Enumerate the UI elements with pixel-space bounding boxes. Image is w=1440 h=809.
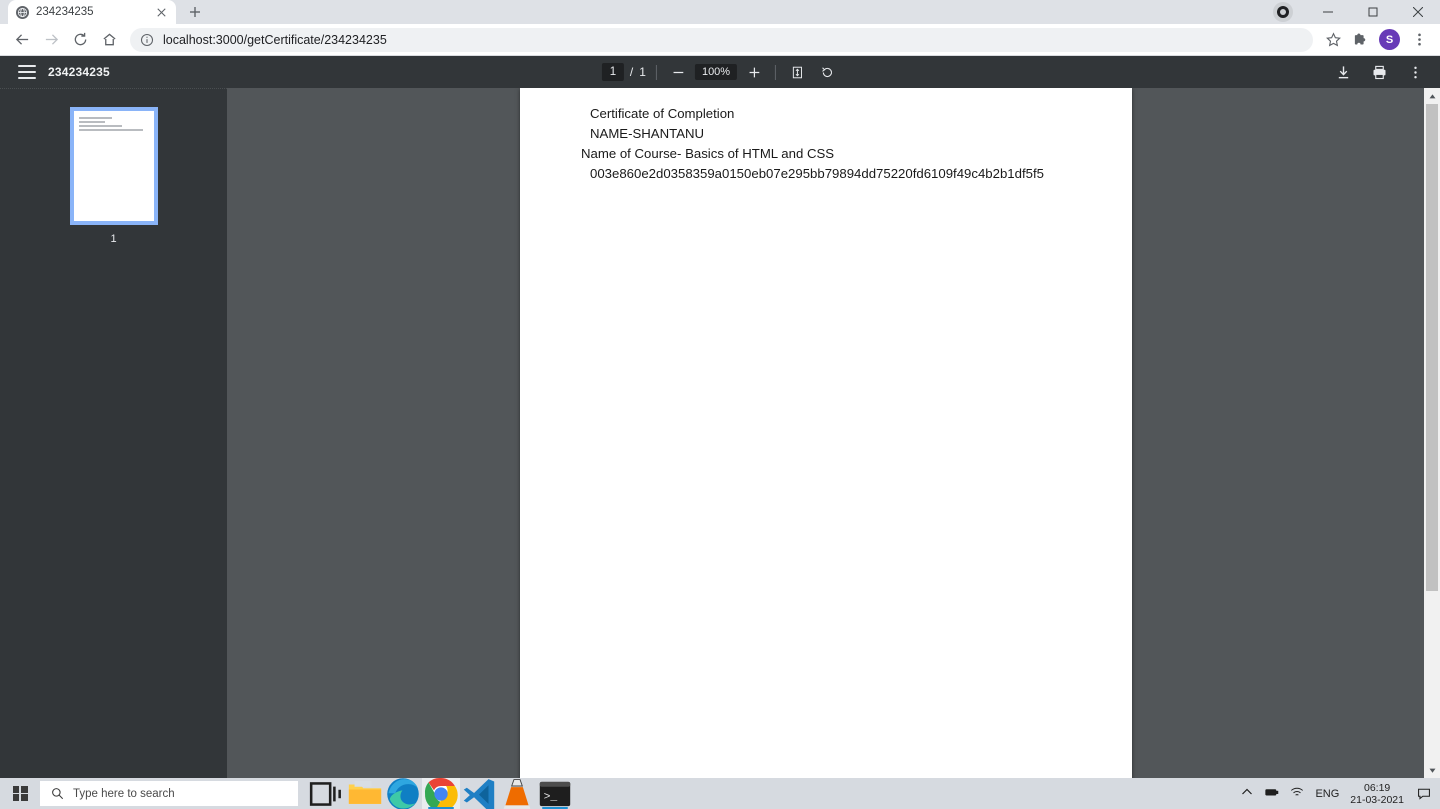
svg-text:>_: >_ bbox=[544, 791, 558, 803]
language-indicator[interactable]: ENG bbox=[1315, 788, 1339, 800]
certificate-hash: 003e860e2d0358359a0150eb07e295bb79894dd7… bbox=[590, 166, 1044, 181]
minimize-button[interactable] bbox=[1305, 0, 1350, 24]
chrome-browser-window: 234234235 localhost:3000/getCertificate/… bbox=[0, 0, 1440, 778]
command-prompt-icon[interactable]: >_ bbox=[536, 778, 574, 809]
certificate-heading: Certificate of Completion bbox=[590, 106, 735, 121]
reload-icon[interactable] bbox=[66, 26, 94, 54]
address-bar[interactable]: localhost:3000/getCertificate/234234235 bbox=[130, 27, 1313, 52]
maximize-button[interactable] bbox=[1350, 0, 1395, 24]
windows-start-icon[interactable] bbox=[0, 778, 40, 809]
page-separator: / bbox=[629, 65, 634, 79]
battery-icon[interactable] bbox=[1265, 785, 1279, 802]
clock-date: 21-03-2021 bbox=[1350, 793, 1404, 806]
pdf-page-area: Certificate of Completion NAME-SHANTANU … bbox=[227, 88, 1440, 778]
info-circle-icon[interactable] bbox=[140, 33, 154, 47]
thumbnail-page-number: 1 bbox=[110, 233, 117, 245]
taskbar-search-box[interactable]: Type here to search bbox=[40, 781, 298, 806]
scrollbar-track[interactable] bbox=[1424, 104, 1440, 762]
thumbnail-text-line bbox=[78, 121, 106, 123]
google-chrome-icon[interactable] bbox=[422, 777, 460, 809]
rotate-icon[interactable] bbox=[816, 61, 838, 83]
chevron-up-icon[interactable] bbox=[1240, 785, 1254, 802]
page-thumbnail[interactable] bbox=[69, 107, 158, 225]
browser-menu-icon[interactable] bbox=[1406, 27, 1432, 53]
hamburger-menu-icon[interactable] bbox=[18, 65, 36, 79]
pdf-document-title: 234234235 bbox=[48, 65, 110, 79]
page-count: 1 bbox=[639, 65, 646, 79]
pdf-viewer: 234234235 / 1 100% bbox=[0, 56, 1440, 778]
thumbnail-text-line bbox=[78, 117, 113, 119]
task-view-icon[interactable] bbox=[308, 778, 346, 809]
pdf-toolbar-left: 234234235 bbox=[0, 65, 300, 79]
clock-time: 06:19 bbox=[1364, 781, 1391, 794]
page-number-input[interactable] bbox=[601, 63, 624, 81]
scroll-up-icon[interactable] bbox=[1424, 88, 1440, 104]
zoom-level-value[interactable]: 100% bbox=[694, 64, 738, 80]
print-icon[interactable] bbox=[1368, 61, 1390, 83]
scroll-down-icon[interactable] bbox=[1424, 762, 1440, 778]
pdf-page: Certificate of Completion NAME-SHANTANU … bbox=[520, 88, 1132, 778]
notification-icon[interactable] bbox=[1415, 785, 1432, 802]
pdf-body: 1 Certificate of Completion NAME-SHANTAN… bbox=[0, 88, 1440, 778]
home-icon[interactable] bbox=[95, 26, 123, 54]
thumbnail-panel: 1 bbox=[0, 88, 227, 778]
address-bar-url: localhost:3000/getCertificate/234234235 bbox=[163, 32, 387, 47]
taskbar-search-placeholder: Type here to search bbox=[73, 787, 175, 800]
vlc-media-player-icon[interactable] bbox=[498, 778, 536, 809]
globe-icon bbox=[16, 5, 29, 19]
zoom-out-button[interactable] bbox=[667, 61, 689, 83]
wifi-icon[interactable] bbox=[1290, 785, 1304, 802]
certificate-course: Name of Course- Basics of HTML and CSS bbox=[581, 146, 835, 161]
browser-tab[interactable]: 234234235 bbox=[8, 0, 176, 24]
fit-to-page-icon[interactable] bbox=[786, 61, 808, 83]
thumbnail-text-line bbox=[78, 125, 122, 127]
pdf-more-menu-icon[interactable] bbox=[1404, 61, 1426, 83]
tab-strip: 234234235 bbox=[0, 0, 1440, 24]
certificate-name: NAME-SHANTANU bbox=[590, 126, 705, 141]
toolbar-divider-2 bbox=[775, 64, 777, 80]
toolbar-divider-1 bbox=[655, 64, 657, 80]
system-tray: ENG 06:19 21-03-2021 bbox=[1240, 782, 1440, 806]
microsoft-edge-icon[interactable] bbox=[384, 777, 422, 809]
profile-avatar[interactable]: S bbox=[1379, 29, 1400, 50]
pdf-toolbar-right bbox=[1332, 61, 1440, 83]
windows-taskbar: Type here to search >_ ENG 06:19 21-03-2… bbox=[0, 777, 1440, 809]
new-tab-button[interactable] bbox=[182, 1, 208, 23]
vertical-scrollbar[interactable] bbox=[1424, 88, 1440, 778]
tab-title: 234234235 bbox=[36, 6, 94, 18]
thumbnail-page-preview bbox=[73, 111, 154, 221]
tab-close-icon[interactable] bbox=[154, 5, 168, 19]
star-icon[interactable] bbox=[1320, 27, 1346, 53]
puzzle-icon[interactable] bbox=[1347, 27, 1373, 53]
scrollbar-thumb[interactable] bbox=[1426, 104, 1438, 591]
download-icon[interactable] bbox=[1332, 61, 1354, 83]
pdf-toolbar: 234234235 / 1 100% bbox=[0, 56, 1440, 88]
back-arrow-icon[interactable] bbox=[8, 26, 36, 54]
zoom-in-button[interactable] bbox=[743, 61, 765, 83]
file-explorer-icon[interactable] bbox=[346, 778, 384, 809]
taskbar-clock[interactable]: 06:19 21-03-2021 bbox=[1350, 782, 1404, 806]
close-window-button[interactable] bbox=[1395, 0, 1440, 24]
visual-studio-code-icon[interactable] bbox=[460, 778, 498, 809]
thumbnail-text-line bbox=[78, 129, 143, 131]
window-controls bbox=[1273, 0, 1440, 24]
taskbar-apps: >_ bbox=[308, 777, 574, 809]
browser-toolbar: localhost:3000/getCertificate/234234235 … bbox=[0, 24, 1440, 56]
record-indicator-icon[interactable] bbox=[1273, 2, 1293, 22]
search-icon bbox=[52, 788, 64, 800]
pdf-toolbar-center: / 1 100% bbox=[601, 61, 838, 83]
forward-arrow-icon[interactable] bbox=[37, 26, 65, 54]
